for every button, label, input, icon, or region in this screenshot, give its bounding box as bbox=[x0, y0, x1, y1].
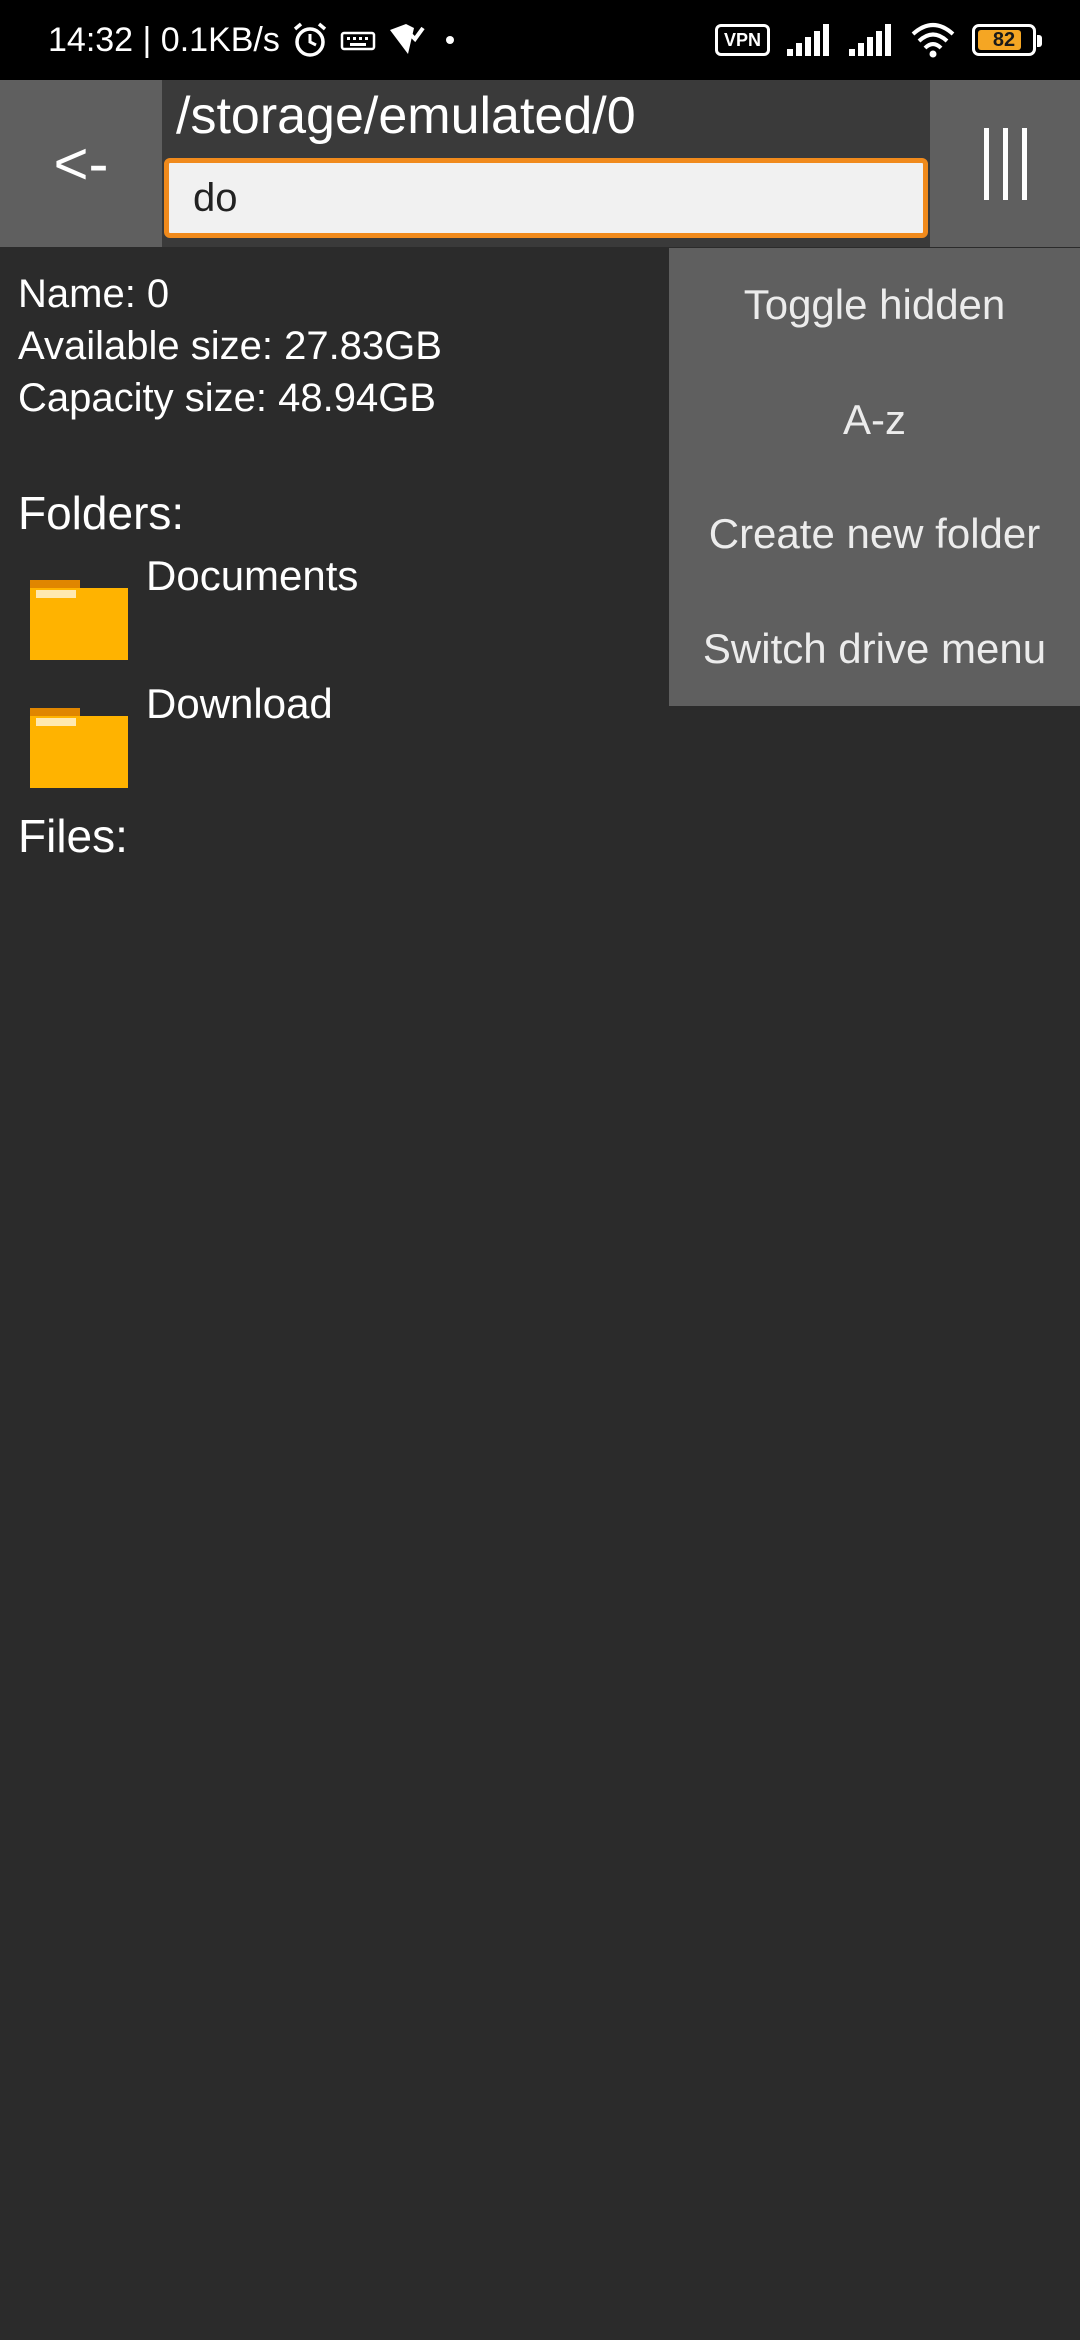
signal-icon bbox=[787, 24, 829, 56]
vpn-badge: VPN bbox=[714, 24, 770, 56]
status-left: 14:32 | 0.1KB/s bbox=[48, 0, 454, 80]
header-center: /storage/emulated/0 bbox=[162, 80, 930, 247]
notification-dot-icon bbox=[445, 36, 454, 44]
folder-name: Download bbox=[146, 680, 333, 727]
folder-item[interactable]: Download bbox=[30, 680, 630, 795]
keyboard-icon bbox=[340, 31, 376, 51]
info-capacity: Capacity size: 48.94GB bbox=[18, 376, 436, 420]
signal-icon bbox=[849, 24, 891, 56]
back-button[interactable]: <- bbox=[0, 80, 162, 247]
menu-item-sort-az[interactable]: A-z bbox=[669, 363, 1080, 478]
path-title: /storage/emulated/0 bbox=[176, 87, 636, 145]
menu-bar-icon bbox=[983, 127, 989, 200]
overflow-menu: Toggle hidden A-z Create new folder Swit… bbox=[669, 248, 1080, 706]
folders-heading: Folders: bbox=[18, 487, 185, 539]
menu-button[interactable] bbox=[930, 80, 1080, 247]
menu-item-switch-drive[interactable]: Switch drive menu bbox=[669, 592, 1080, 707]
status-right: VPN 82 bbox=[714, 0, 1042, 80]
folder-name: Documents bbox=[146, 552, 359, 599]
menu-item-toggle-hidden[interactable]: Toggle hidden bbox=[669, 248, 1080, 363]
alarm-icon bbox=[293, 22, 326, 57]
status-time-speed: 14:32 | 0.1KB/s bbox=[48, 20, 280, 59]
storage-info: Name: 0 Available size: 27.83GB Capacity… bbox=[18, 268, 442, 424]
menu-bar-icon bbox=[1021, 127, 1027, 200]
folder-icon bbox=[30, 580, 128, 660]
menu-item-create-folder[interactable]: Create new folder bbox=[669, 477, 1080, 592]
status-bar: 14:32 | 0.1KB/s VPN 82 bbox=[0, 0, 1080, 80]
wifi-icon bbox=[911, 23, 955, 58]
folder-icon bbox=[30, 708, 128, 788]
battery-level: 82 bbox=[992, 28, 1016, 51]
battery-tip bbox=[1037, 35, 1042, 47]
battery-icon: 82 bbox=[972, 24, 1042, 56]
info-name: Name: 0 bbox=[18, 272, 170, 316]
files-heading: Files: bbox=[18, 810, 128, 862]
info-available: Available size: 27.83GB bbox=[18, 324, 442, 368]
folder-item[interactable]: Documents bbox=[30, 552, 630, 667]
menu-bar-icon bbox=[1002, 127, 1008, 200]
shield-check-icon bbox=[389, 24, 425, 54]
filter-input[interactable] bbox=[164, 158, 928, 238]
